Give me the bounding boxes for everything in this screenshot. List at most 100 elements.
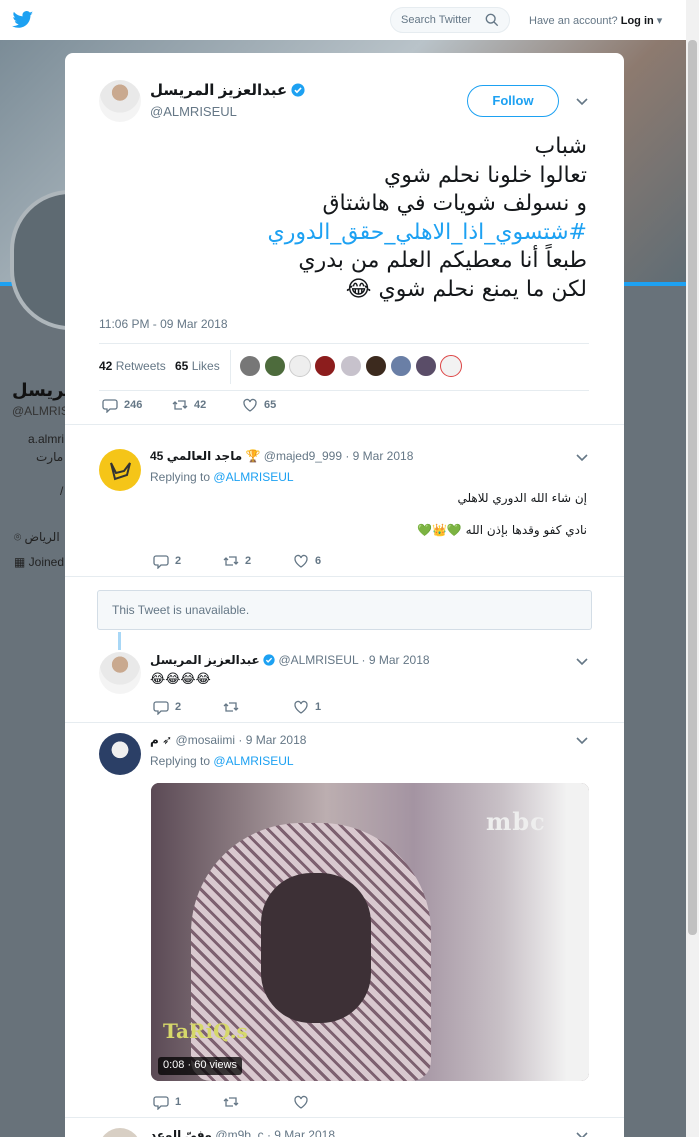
author-name[interactable]: ماجد العالمي 45 🏆: [150, 449, 260, 463]
reply-header: وفيّ الوعد @m9b_c · 9 Mar 2018: [150, 1128, 335, 1137]
like-icon: [294, 554, 308, 568]
tweet-timestamp[interactable]: 11:06 PM - 09 Mar 2018: [99, 317, 228, 331]
author-name[interactable]: عبدالعزيز المريسل: [150, 653, 260, 667]
retweets-label: Retweets: [115, 359, 166, 373]
tweet-line: و نسولف شويات في هاشتاق: [322, 191, 587, 216]
tweet-stats: 42 Retweets 65 Likes: [99, 343, 589, 391]
author-name[interactable]: وفيّ الوعد: [150, 1128, 212, 1137]
login-link[interactable]: Log in: [621, 15, 654, 27]
reply-icon: [153, 555, 169, 569]
reply-button[interactable]: 2: [153, 553, 181, 569]
chevron-down-icon[interactable]: [575, 657, 589, 667]
chevron-down-icon[interactable]: [575, 97, 589, 107]
retweet-icon: [223, 1097, 239, 1107]
like-button[interactable]: 6: [293, 553, 321, 569]
tweet-line: لكن ما يمنع نحلم شوي 😂: [345, 276, 587, 302]
reply-count: 2: [175, 701, 182, 713]
like-button[interactable]: 1: [293, 699, 321, 715]
verified-badge-icon: [263, 654, 275, 666]
video-duration: 0:08: [163, 1059, 185, 1071]
avatar[interactable]: [99, 1128, 141, 1137]
channel-logo: mbc: [486, 807, 546, 836]
chevron-down-icon[interactable]: [575, 453, 589, 463]
author-handle[interactable]: @ALMRISEUL: [278, 653, 358, 667]
tweet-date[interactable]: · 9 Mar 2018: [345, 449, 413, 463]
reply-text-line: إن شاء الله الدوري للاهلي: [457, 491, 587, 505]
liker-avatar[interactable]: [390, 355, 412, 377]
avatar[interactable]: [99, 449, 141, 491]
author-name-line[interactable]: عبدالعزيز المريسل: [150, 81, 305, 99]
likes-label: Likes: [191, 359, 220, 373]
reply-text: إن شاء الله الدوري للاهلي نادي كفو وقدها…: [287, 491, 587, 537]
author-handle[interactable]: @majed9_999: [264, 449, 342, 463]
replying-to: Replying to @ALMRISEUL: [150, 470, 294, 484]
like-button[interactable]: [293, 1094, 315, 1110]
chevron-down-icon[interactable]: [575, 1131, 589, 1137]
search-input[interactable]: Search Twitter: [390, 7, 510, 33]
liker-avatar[interactable]: [264, 355, 286, 377]
reply-header: ماجد العالمي 45 🏆 @majed9_999 · 9 Mar 20…: [150, 449, 413, 463]
reply-icon: [102, 399, 118, 413]
video-player[interactable]: mbc TaRiQ.s 0:08 · 60 views: [151, 783, 589, 1081]
replying-to-link[interactable]: @ALMRISEUL: [213, 754, 293, 768]
liker-avatar[interactable]: [365, 355, 387, 377]
twitter-bird-icon[interactable]: [12, 10, 34, 30]
tweet-date[interactable]: · 9 Mar 2018: [267, 1128, 335, 1137]
like-count: 65: [264, 399, 277, 411]
liker-avatar[interactable]: [314, 355, 336, 377]
reply-header: عبدالعزيز المريسل @ALMRISEUL · 9 Mar 201…: [150, 653, 430, 667]
liker-avatar[interactable]: [289, 355, 311, 377]
reply-button[interactable]: 2: [153, 699, 181, 715]
close-icon[interactable]: ✕: [659, 8, 681, 34]
avatar[interactable]: [99, 652, 141, 694]
scrollbar-thumb[interactable]: [688, 40, 697, 935]
author-handle[interactable]: @ALMRISEUL: [150, 104, 237, 119]
replying-to-link[interactable]: @ALMRISEUL: [213, 470, 293, 484]
avatar[interactable]: [99, 733, 141, 775]
retweet-button[interactable]: [223, 699, 245, 715]
location-pin-icon: ⌾: [14, 530, 25, 544]
like-icon: [243, 398, 257, 412]
reply-button[interactable]: 246: [102, 397, 142, 413]
hashtag-link[interactable]: #شتسوي_اذا_الاهلي_حقق_الدوري: [95, 219, 587, 248]
profile-bio-line-2: مارت: [36, 450, 64, 464]
page-scrollbar[interactable]: [686, 0, 699, 1137]
author-handle[interactable]: @mosaiimi: [176, 733, 236, 747]
reply-icon: [153, 1096, 169, 1110]
author-name[interactable]: م ➶: [150, 733, 172, 747]
tweet-line: تعالوا خلونا نحلم شوي: [384, 162, 587, 188]
reply-tweet[interactable]: ماجد العالمي 45 🏆 @majed9_999 · 9 Mar 20…: [65, 425, 624, 577]
reply-tweet[interactable]: عبدالعزيز المريسل @ALMRISEUL · 9 Mar 201…: [65, 640, 624, 723]
stats-divider: [230, 350, 231, 384]
retweet-count: 42: [194, 399, 207, 411]
reply-header: م ➶ @mosaiimi · 9 Mar 2018: [150, 733, 306, 747]
reply-count: 2: [175, 555, 182, 567]
profile-location: ⌾ الرياض: [14, 530, 60, 545]
profile-joined-text: Joined: [28, 555, 65, 569]
account-prompt-text: Have an account?: [529, 15, 618, 27]
top-navigation-bar: Search Twitter Have an account? Log in ▾: [0, 0, 699, 40]
like-button[interactable]: 65: [242, 397, 276, 413]
author-name[interactable]: عبدالعزيز المريسل: [150, 82, 287, 99]
unavailable-tweet: This Tweet is unavailable.: [97, 590, 592, 630]
retweet-button[interactable]: 2: [223, 553, 251, 569]
likes-stat[interactable]: 65 Likes: [175, 359, 220, 373]
reply-button[interactable]: 1: [153, 1094, 181, 1110]
liker-avatar[interactable]: [440, 355, 462, 377]
retweet-button[interactable]: [223, 1094, 245, 1110]
liker-avatar[interactable]: [415, 355, 437, 377]
profile-handle: @ALMRIS: [12, 404, 69, 418]
retweets-stat[interactable]: 42 Retweets: [99, 359, 166, 373]
retweet-button[interactable]: 42: [172, 397, 206, 413]
liker-avatar[interactable]: [340, 355, 362, 377]
main-tweet: عبدالعزيز المريسل @ALMRISEUL Follow شباب…: [65, 53, 624, 425]
liker-avatar[interactable]: [239, 355, 261, 377]
follow-button[interactable]: Follow: [467, 85, 559, 117]
search-icon: [485, 13, 499, 27]
tweet-date[interactable]: · 9 Mar 2018: [362, 653, 430, 667]
avatar[interactable]: [99, 80, 141, 122]
tweet-date[interactable]: · 9 Mar 2018: [238, 733, 306, 747]
reply-tweet[interactable]: وفيّ الوعد @m9b_c · 9 Mar 2018: [65, 1118, 624, 1137]
chevron-down-icon[interactable]: [575, 736, 589, 746]
author-handle[interactable]: @m9b_c: [215, 1128, 263, 1137]
